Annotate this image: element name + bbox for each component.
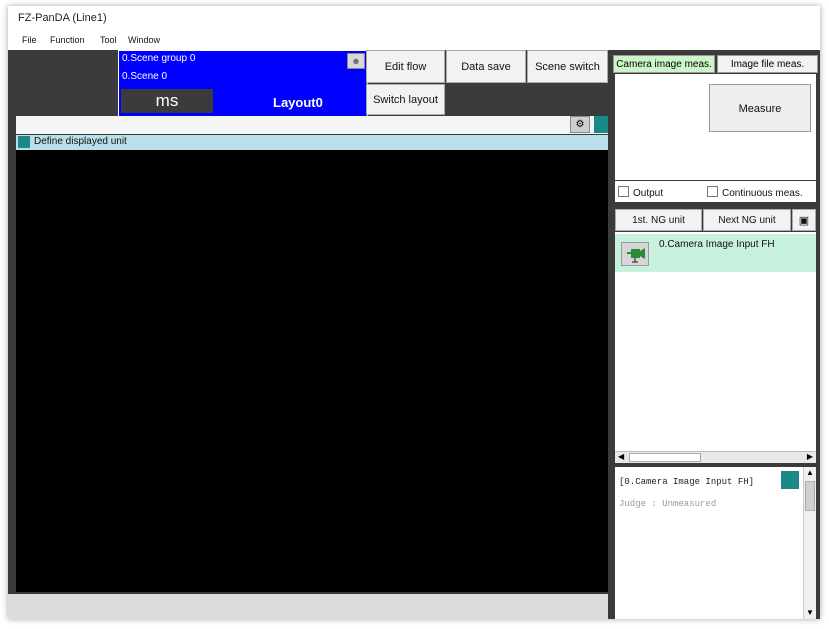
menu-bar: File Function Tool Window [8,32,820,50]
edit-flow-button[interactable]: Edit flow [366,50,445,83]
output-label: Output [633,188,664,199]
menu-tool[interactable]: Tool [100,35,117,45]
output-checkbox[interactable]: Output [618,186,663,199]
continuous-checkbox-box[interactable] [707,186,718,197]
unit-color-indicator [18,136,30,148]
image-toolbar [16,116,608,134]
switch-layout-button[interactable]: Switch layout [366,84,445,115]
scroll-down-icon[interactable]: ▼ [806,608,814,617]
first-ng-unit-button[interactable]: 1st. NG unit [615,209,702,231]
detail-scroll-thumb[interactable] [805,481,815,511]
scroll-right-icon[interactable]: ▶ [807,452,813,461]
detail-result-panel: [0.Camera Image Input FH] Judge : Unmeas… [615,467,816,619]
app-window: FZ-PanDA (Line1) File Function Tool Wind… [8,6,820,619]
continuous-meas-checkbox[interactable]: Continuous meas. [707,186,803,199]
judge-status: Judge : Unmeasured [619,499,717,509]
data-save-button[interactable]: Data save [446,50,526,83]
flow-item-camera-image-input[interactable]: 0.Camera Image Input FH [615,234,816,272]
status-bar [8,594,608,619]
detail-scrollbar[interactable]: ▲ ▼ [803,467,816,619]
continuous-meas-label: Continuous meas. [722,188,803,199]
user-icon[interactable]: ☻ [347,53,365,69]
title-bar: FZ-PanDA (Line1) [8,6,820,32]
image-display[interactable] [16,150,608,592]
unit-list-icon[interactable]: ▣ [792,209,816,231]
scroll-left-icon[interactable]: ◀ [618,452,624,461]
flow-list-scrollbar[interactable]: ◀ ▶ [615,451,816,463]
scene-switch-button[interactable]: Scene switch [527,50,608,83]
processing-time-display: ms [121,89,213,113]
scroll-thumb[interactable] [629,453,701,462]
scene-info-panel: 0.Scene group 0 0.Scene 0 ms Layout0 ☻ [118,50,368,118]
flow-item-label: 0.Camera Image Input FH [659,239,775,250]
measure-area: Measure [615,74,816,180]
scene-group-label[interactable]: 0.Scene group 0 [122,53,195,64]
menu-function[interactable]: Function [50,35,85,45]
scene-label[interactable]: 0.Scene 0 [122,71,167,82]
unit-header-label: Define displayed unit [34,136,127,147]
menu-file[interactable]: File [22,35,37,45]
menu-window[interactable]: Window [128,35,160,45]
unit-header[interactable]: Define displayed unit [16,135,608,150]
tab-image-file-meas[interactable]: Image file meas. [717,55,818,73]
toolbar: 0.Scene group 0 0.Scene 0 ms Layout0 ☻ E… [8,50,608,120]
scroll-up-icon[interactable]: ▲ [806,468,814,477]
camera-icon [621,242,649,266]
tab-camera-image-meas[interactable]: Camera image meas. [613,55,715,73]
layout-label: Layout0 [273,95,323,110]
options-row: Output Continuous meas. [615,181,816,202]
detail-color-indicator [781,471,799,489]
window-title: FZ-PanDA (Line1) [18,12,107,24]
panel-toggle[interactable] [594,116,608,133]
display-settings-icon[interactable]: ⚙ [570,116,590,133]
detail-title: [0.Camera Image Input FH] [619,477,755,487]
measurement-panel: Camera image meas. Image file meas. Meas… [611,50,820,619]
measure-button[interactable]: Measure [709,84,811,132]
output-checkbox-box[interactable] [618,186,629,197]
next-ng-unit-button[interactable]: Next NG unit [703,209,791,231]
